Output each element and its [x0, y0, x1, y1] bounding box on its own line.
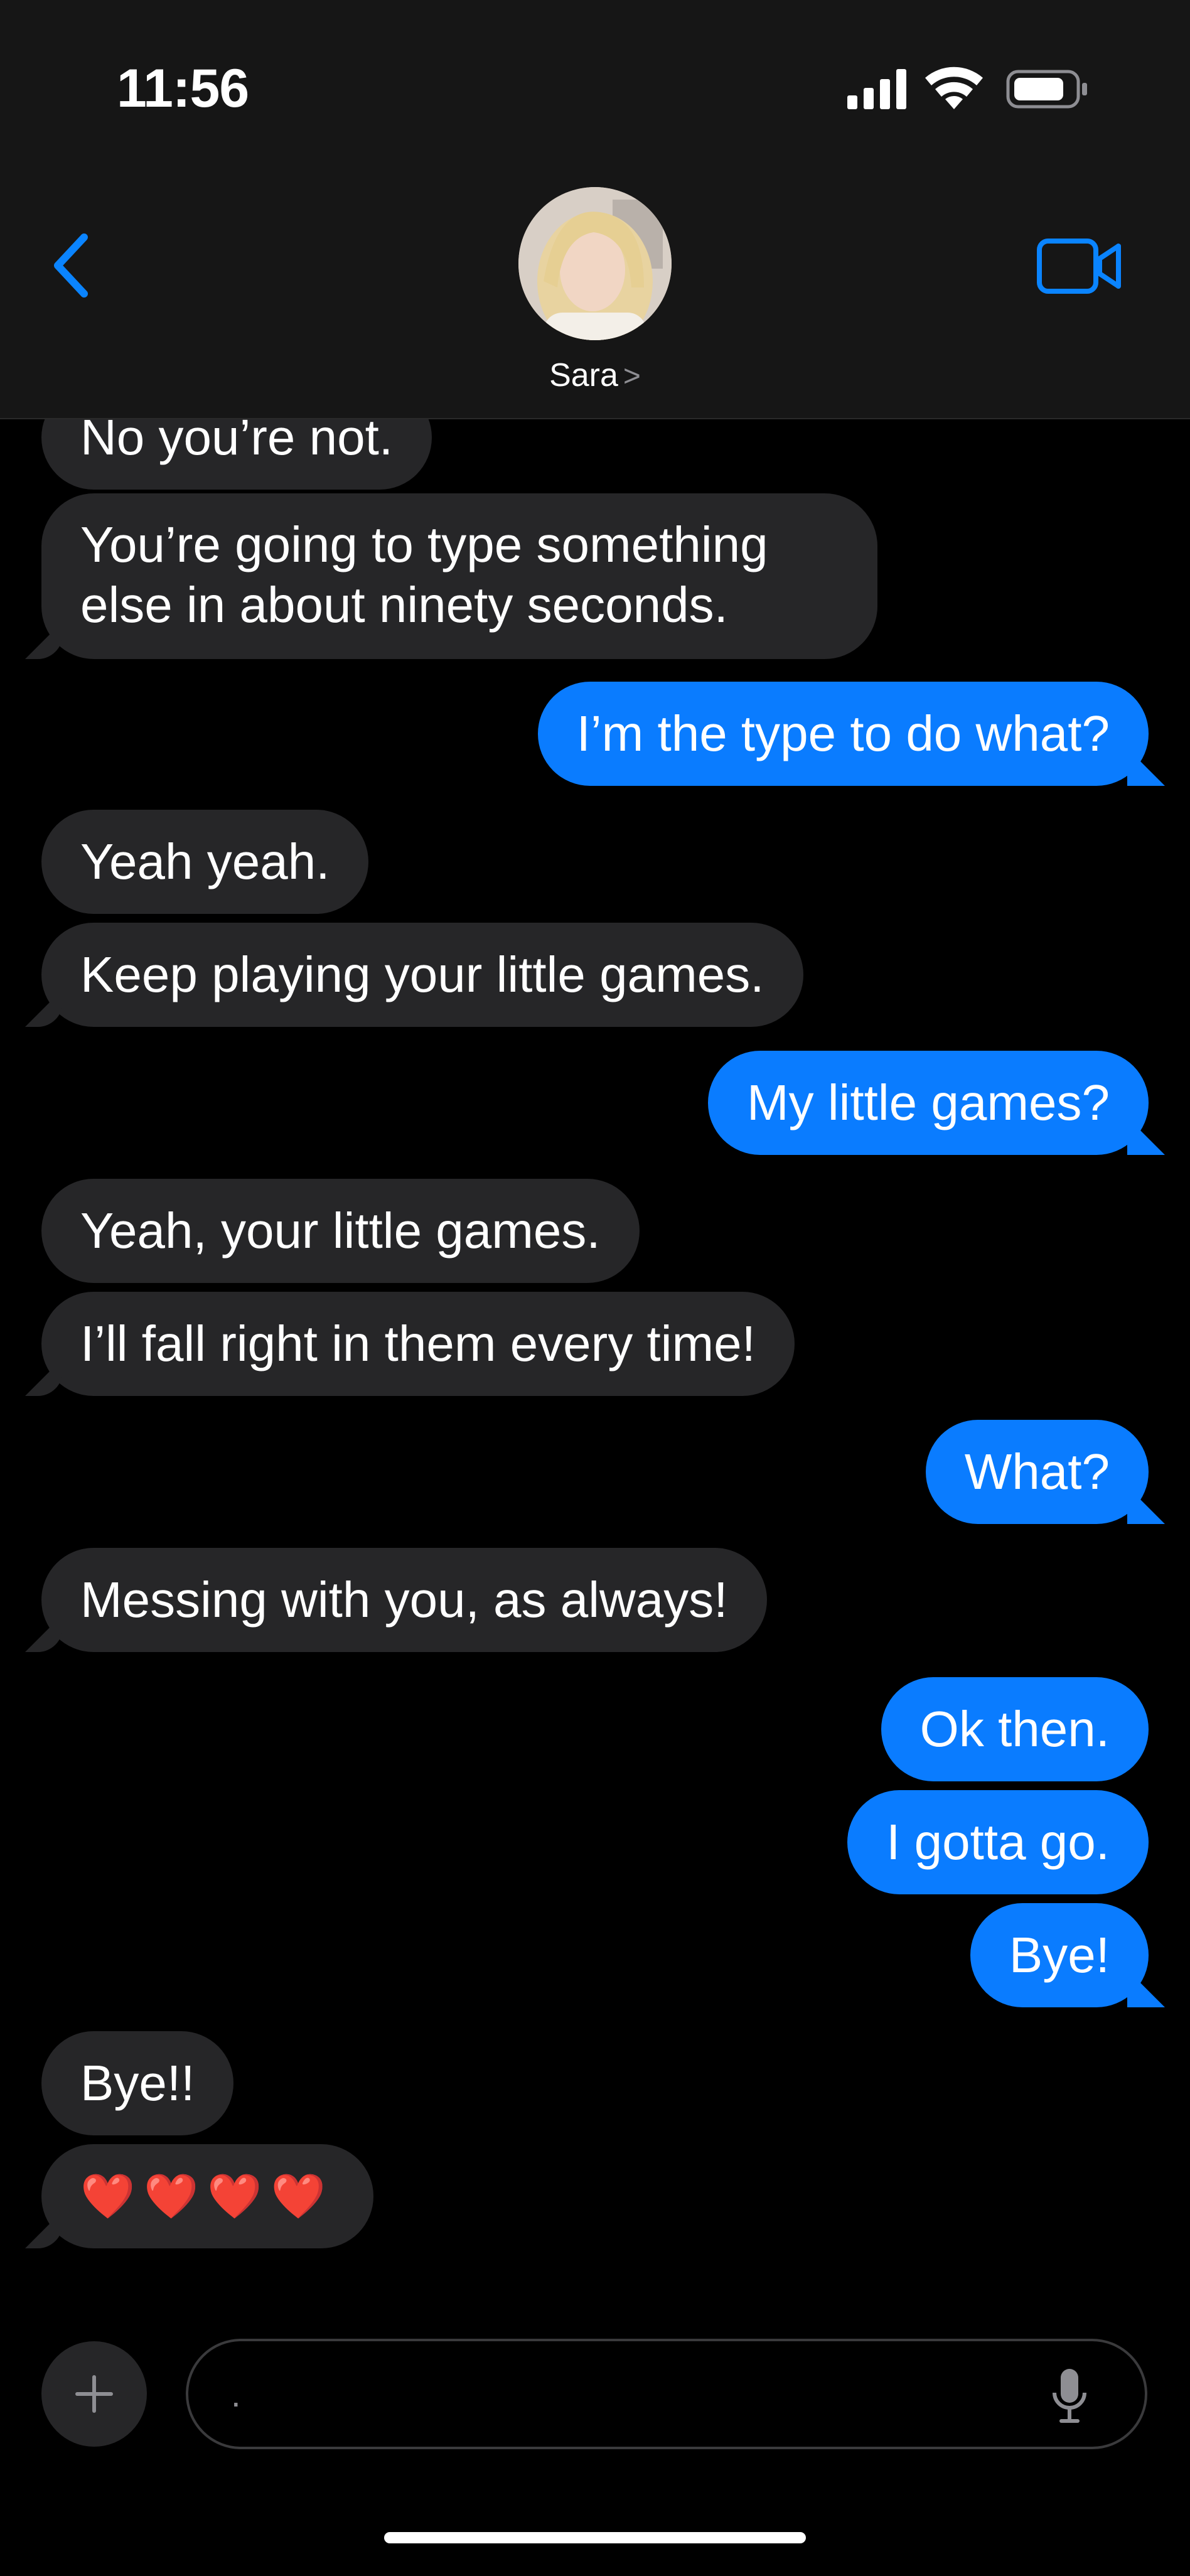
chevron-right-icon: >	[623, 360, 641, 393]
wifi-icon	[925, 67, 983, 109]
message-outgoing[interactable]: Ok then.	[881, 1677, 1149, 1781]
message-input[interactable]: .	[186, 2339, 1147, 2449]
message-outgoing[interactable]: What?	[925, 1420, 1149, 1524]
cellular-signal-icon	[847, 69, 906, 109]
facetime-video-icon[interactable]	[1037, 235, 1122, 298]
contact-name-button[interactable]: Sara >	[0, 357, 1190, 394]
message-incoming[interactable]: Keep playing your little games.	[41, 923, 803, 1027]
message-incoming[interactable]: You’re going to type something else in a…	[41, 493, 877, 659]
message-incoming[interactable]: Bye!!	[41, 2031, 234, 2135]
conversation-header: 11:56 Sara >	[0, 0, 1190, 419]
battery-icon	[1006, 70, 1087, 109]
message-incoming[interactable]: Yeah yeah.	[41, 810, 369, 914]
home-indicator[interactable]	[384, 2532, 806, 2543]
add-attachment-button[interactable]	[41, 2341, 147, 2447]
message-incoming[interactable]: Messing with you, as always!	[41, 1548, 767, 1652]
status-icons	[847, 67, 1087, 109]
message-outgoing[interactable]: My little games?	[708, 1051, 1149, 1155]
status-time: 11:56	[117, 58, 249, 119]
message-outgoing[interactable]: I’m the type to do what?	[537, 682, 1149, 786]
contact-name: Sara	[549, 357, 618, 394]
message-incoming[interactable]: I’ll fall right in them every time!	[41, 1292, 795, 1396]
avatar-photo	[518, 187, 672, 340]
message-outgoing[interactable]: I gotta go.	[847, 1790, 1149, 1894]
message-outgoing[interactable]: Bye!	[970, 1903, 1149, 2007]
microphone-icon[interactable]	[1051, 2368, 1088, 2425]
message-incoming-hearts[interactable]: ❤️❤️❤️❤️	[41, 2144, 373, 2248]
message-input-text: .	[231, 2375, 241, 2414]
back-chevron-icon[interactable]	[48, 231, 98, 300]
message-incoming[interactable]: Yeah, your little games.	[41, 1179, 640, 1283]
contact-avatar[interactable]	[518, 187, 672, 340]
